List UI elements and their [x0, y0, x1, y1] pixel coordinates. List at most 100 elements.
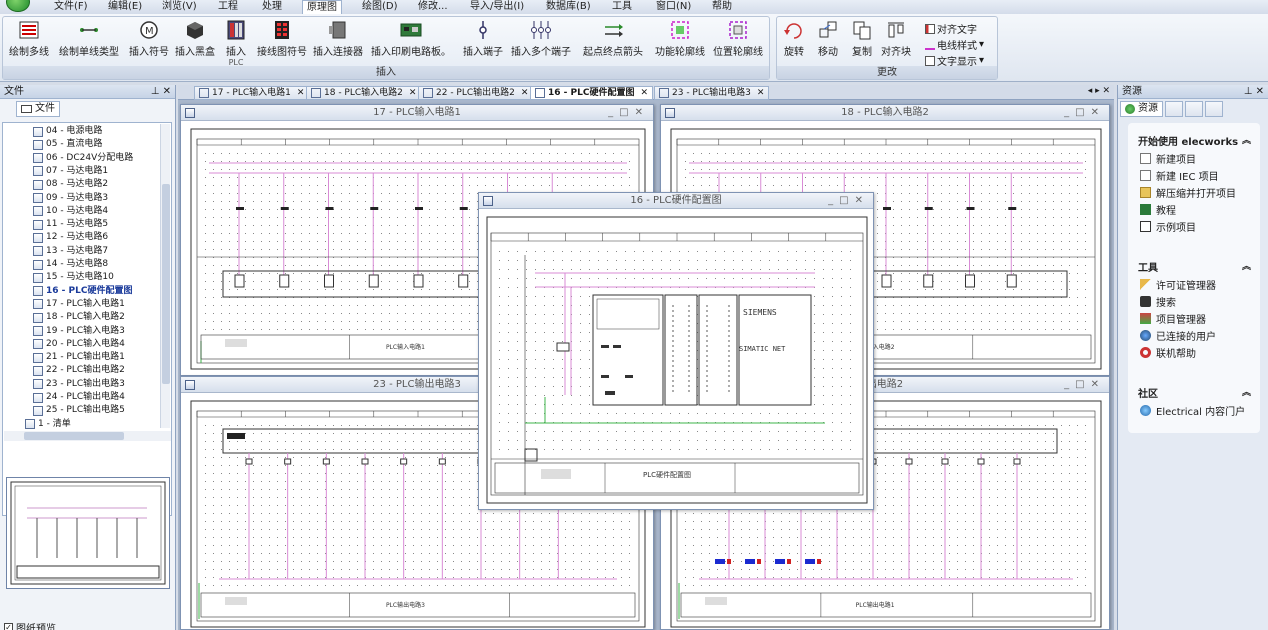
insert-blackbox-button[interactable]: 插入黑盒 — [175, 19, 215, 58]
project-manager-link[interactable]: 项目管理器 — [1140, 311, 1206, 326]
draw-singleline-button[interactable]: 绘制单线类型 — [59, 19, 119, 58]
menu-project[interactable]: 工程 — [214, 0, 242, 14]
tree-item[interactable]: 09 - 马达电路3 — [33, 192, 108, 205]
window-buttons[interactable]: _□✕ — [828, 193, 869, 209]
doc-tab-17[interactable]: 17 - PLC输入电路1 ✕ — [194, 86, 310, 100]
rotate-button[interactable]: 旋转 — [783, 19, 805, 58]
tree-item[interactable]: 1 - 清单 — [25, 418, 71, 431]
collapse-icon[interactable]: ︽ — [1242, 133, 1251, 146]
tree-item[interactable]: 15 - 马达电路10 — [33, 271, 114, 284]
menu-help[interactable]: 帮助 — [708, 0, 736, 14]
wire-style-button[interactable]: 电线样式 ▾ — [925, 37, 984, 52]
close-icon[interactable]: ✕ — [297, 87, 305, 100]
tree-item[interactable]: 20 - PLC输入电路4 — [33, 338, 125, 351]
menu-window[interactable]: 窗口(N) — [652, 0, 695, 14]
window-titlebar[interactable]: 18 - PLC输入电路2 _□✕ — [661, 105, 1109, 121]
align-text-button[interactable]: 对齐文字 — [925, 21, 977, 36]
insert-pcb-button[interactable]: 插入印刷电路板。 — [371, 19, 451, 58]
menu-schematic[interactable]: 原理图 — [302, 0, 342, 15]
insert-connector-button[interactable]: 插入连接器 — [313, 19, 363, 58]
tree-item[interactable]: 21 - PLC输出电路1 — [33, 351, 125, 364]
window-16[interactable]: 16 - PLC硬件配置图 _□✕ SIEMENS SIMATIC NET PL… — [478, 192, 874, 510]
wiring-symbol-button[interactable]: 接线图符号 — [257, 19, 307, 58]
align-block-button[interactable]: 对齐块 — [881, 19, 911, 58]
tree-item[interactable]: 04 - 电源电路 — [33, 125, 102, 138]
tree-item[interactable]: 22 - PLC输出电路2 — [33, 364, 125, 377]
collapse-icon[interactable]: ︽ — [1242, 385, 1251, 398]
menu-database[interactable]: 数据库(B) — [542, 0, 595, 14]
tree-horizontal-scrollbar[interactable] — [4, 431, 171, 441]
tools-section-title[interactable]: 工具 ︽ — [1138, 259, 1251, 274]
online-help-link[interactable]: 联机帮助 — [1140, 345, 1196, 360]
window-buttons[interactable]: _□✕ — [608, 105, 649, 121]
content-portal-link[interactable]: Electrical 内容门户 — [1140, 403, 1245, 418]
resources-tab[interactable]: 资源 — [1120, 101, 1163, 117]
insert-multi-terminal-button[interactable]: 插入多个端子 — [511, 19, 571, 58]
new-iec-project-link[interactable]: 新建 IEC 项目 — [1140, 168, 1219, 183]
tab-blank-2[interactable] — [1185, 101, 1203, 117]
tree-item[interactable]: 07 - 马达电路1 — [33, 165, 108, 178]
menu-file[interactable]: 文件(F) — [50, 0, 92, 14]
tree-item[interactable]: 17 - PLC输入电路1 — [33, 298, 125, 311]
move-button[interactable]: 移动 — [817, 19, 839, 58]
tab-blank-1[interactable] — [1165, 101, 1183, 117]
doc-tab-22[interactable]: 22 - PLC输出电路2 ✕ — [418, 86, 534, 100]
insert-terminal-button[interactable]: 插入端子 — [463, 19, 503, 58]
doc-tab-23[interactable]: 23 - PLC输出电路3 ✕ — [654, 86, 770, 100]
new-project-link[interactable]: 新建项目 — [1140, 151, 1196, 166]
tree-item[interactable]: 12 - 马达电路6 — [33, 231, 108, 244]
file-tab[interactable]: 文件 — [16, 101, 60, 117]
window-titlebar[interactable]: 16 - PLC硬件配置图 _□✕ — [479, 193, 873, 209]
start-section-title[interactable]: 开始使用 elecworks ︽ — [1138, 133, 1251, 148]
insert-plc-button[interactable]: 插入 PLC — [225, 19, 247, 67]
file-tree[interactable]: 04 - 电源电路 05 - 直流电路 06 - DC24V分配电路 07 - 马达电… — [2, 122, 172, 516]
tab-nav-arrows[interactable]: ◂ ▸ ✕ — [1088, 86, 1110, 96]
schematic-sheet[interactable]: SIEMENS SIMATIC NET PLC硬件配置图 — [485, 215, 869, 505]
tree-item[interactable]: 10 - 马达电路4 — [33, 205, 108, 218]
menu-modify[interactable]: 修改... — [414, 0, 452, 14]
close-icon[interactable]: ✕ — [640, 87, 648, 100]
tree-vertical-scrollbar[interactable] — [160, 124, 170, 428]
window-buttons[interactable]: _□✕ — [1064, 105, 1105, 121]
resources-panel-pin-icon[interactable]: ⊥ ✕ — [1244, 85, 1264, 99]
menu-view[interactable]: 浏览(V) — [158, 0, 201, 14]
community-section-title[interactable]: 社区 ︽ — [1138, 385, 1251, 400]
license-manager-link[interactable]: 许可证管理器 — [1140, 277, 1216, 292]
tree-item[interactable]: 25 - PLC输出电路5 — [33, 404, 125, 417]
connected-users-link[interactable]: 已连接的用户 — [1140, 328, 1216, 343]
window-buttons[interactable]: _□✕ — [1064, 377, 1105, 393]
menu-edit[interactable]: 编辑(E) — [104, 0, 146, 14]
search-link[interactable]: 搜索 — [1140, 294, 1176, 309]
origin-dest-arrow-button[interactable]: 起点终点箭头 — [583, 19, 643, 58]
window-titlebar[interactable]: 17 - PLC输入电路1 _□✕ — [181, 105, 653, 121]
sample-project-link[interactable]: 示例项目 — [1140, 219, 1196, 234]
tree-item[interactable]: 11 - 马达电路5 — [33, 218, 108, 231]
tree-item[interactable]: 14 - 马达电路8 — [33, 258, 108, 271]
tree-hscroll-thumb[interactable] — [24, 432, 124, 440]
close-icon[interactable]: ✕ — [521, 87, 529, 100]
menu-tools[interactable]: 工具 — [608, 0, 636, 14]
menu-import-export[interactable]: 导入/导出(I) — [466, 0, 528, 14]
location-outline-button[interactable]: 位置轮廓线 — [713, 19, 763, 58]
tab-blank-3[interactable] — [1205, 101, 1223, 117]
close-icon[interactable]: ✕ — [757, 87, 765, 100]
tree-item[interactable]: 24 - PLC输出电路4 — [33, 391, 125, 404]
function-outline-button[interactable]: 功能轮廓线 — [655, 19, 705, 58]
tree-item[interactable]: 05 - 直流电路 — [33, 138, 102, 151]
close-icon[interactable]: ✕ — [409, 87, 417, 100]
tree-item[interactable]: 16 - PLC硬件配置图 — [33, 285, 132, 298]
app-button[interactable] — [6, 0, 30, 12]
preview-checkbox[interactable]: ✓ 图纸预览 — [4, 620, 56, 630]
tree-item[interactable]: 06 - DC24V分配电路 — [33, 152, 133, 165]
doc-tab-18[interactable]: 18 - PLC输入电路2 ✕ — [306, 86, 422, 100]
insert-symbol-button[interactable]: M 插入符号 — [129, 19, 169, 58]
collapse-icon[interactable]: ︽ — [1242, 259, 1251, 272]
tree-item[interactable]: 13 - 马达电路7 — [33, 245, 108, 258]
tree-item[interactable]: 08 - 马达电路2 — [33, 178, 108, 191]
tree-item[interactable]: 23 - PLC输出电路3 — [33, 378, 125, 391]
tree-item[interactable]: 18 - PLC输入电路2 — [33, 311, 125, 324]
tutorial-link[interactable]: 教程 — [1140, 202, 1176, 217]
tree-item[interactable]: 19 - PLC输入电路3 — [33, 325, 125, 338]
menu-draw[interactable]: 绘图(D) — [358, 0, 402, 14]
file-panel-pin-icon[interactable]: ⊥ ✕ — [151, 85, 171, 99]
